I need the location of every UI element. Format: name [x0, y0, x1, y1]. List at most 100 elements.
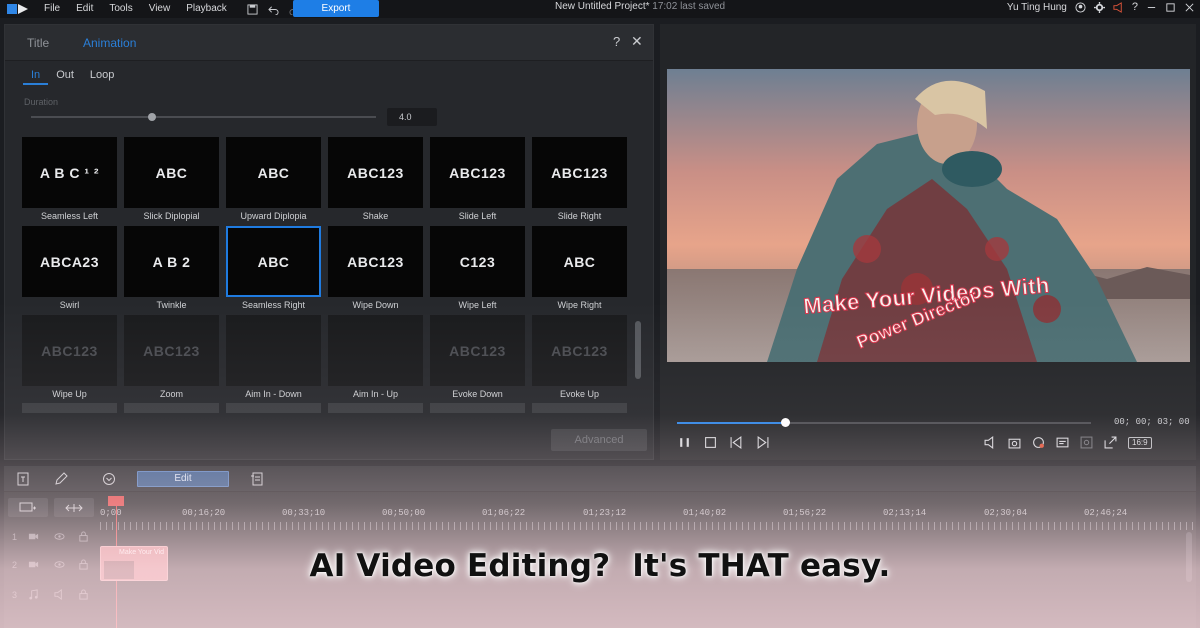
edit-button[interactable]: Edit — [137, 471, 229, 487]
title-designer-panel: Title Animation ? ✕ In Out Loop Duration… — [4, 24, 654, 460]
playback-progress-thumb[interactable] — [780, 418, 790, 427]
effect-item[interactable]: ABC123 Evoke Up — [532, 315, 627, 399]
track-manager-icon — [19, 502, 36, 511]
menu-view[interactable]: View — [141, 0, 179, 18]
effect-item-partial[interactable] — [226, 403, 321, 413]
menu-tools[interactable]: Tools — [101, 0, 140, 18]
mute-icon[interactable] — [54, 589, 65, 600]
next-frame-icon[interactable] — [756, 436, 769, 449]
effect-item[interactable]: ABC123 Wipe Up — [22, 315, 117, 399]
previous-frame-icon[interactable] — [730, 436, 743, 449]
effect-item[interactable]: C123 Wipe Left — [430, 226, 525, 310]
duration-value-field[interactable]: 4.0 — [387, 108, 437, 126]
minimize-icon[interactable] — [1146, 2, 1157, 13]
effect-item[interactable]: ABC123 Shake — [328, 137, 423, 221]
timeline-view-icon[interactable] — [16, 472, 30, 486]
video-track-icon[interactable] — [28, 531, 39, 542]
audio-track-icon[interactable] — [28, 589, 39, 600]
track-number: 3 — [12, 590, 18, 600]
effect-item[interactable]: ABC Upward Diplopia — [226, 137, 321, 221]
aspect-ratio-badge[interactable]: 16:9 — [1128, 436, 1152, 449]
subtab-in[interactable]: In — [23, 67, 49, 85]
effect-item-partial[interactable] — [124, 403, 219, 413]
effect-item[interactable]: A B C ¹ ² Seamless Left — [22, 137, 117, 221]
track-header: 1 — [4, 528, 100, 548]
duration-slider[interactable] — [31, 116, 376, 118]
fit-timeline-button[interactable] — [54, 498, 94, 517]
advanced-button[interactable]: Advanced — [551, 429, 647, 451]
effect-item-partial[interactable] — [532, 403, 627, 413]
timeline-ruler[interactable]: 0;00 00;16;20 00;33;10 00;50;00 01;06;22… — [100, 506, 1196, 530]
menu-edit[interactable]: Edit — [68, 0, 101, 18]
lock-icon[interactable] — [78, 589, 89, 600]
effect-item[interactable]: ABC123 Slide Left — [430, 137, 525, 221]
effect-item[interactable]: ABC Wipe Right — [532, 226, 627, 310]
project-title: New Untitled Project* 17:02 last saved — [555, 0, 725, 14]
export-button[interactable]: Export — [293, 0, 379, 17]
effect-preview-thumbnail: C123 — [430, 226, 525, 297]
effect-label: Wipe Up — [52, 389, 87, 399]
fix-enhance-icon[interactable] — [102, 472, 116, 486]
tab-animation[interactable]: Animation — [83, 36, 136, 50]
effect-label: Slide Left — [458, 211, 497, 221]
effect-item[interactable]: ABCA23 Swirl — [22, 226, 117, 310]
effect-item[interactable]: ABC123 Zoom — [124, 315, 219, 399]
video-preview[interactable]: Make Your Videos With Power Director — [667, 69, 1190, 362]
pen-edit-icon[interactable] — [54, 472, 68, 486]
tools-list-icon[interactable] — [250, 472, 264, 486]
tab-title[interactable]: Title — [27, 36, 49, 50]
subtab-loop[interactable]: Loop — [82, 67, 122, 85]
effect-item[interactable]: Aim In - Up — [328, 315, 423, 399]
settings-gear-icon[interactable] — [1093, 1, 1105, 13]
volume-icon[interactable] — [984, 436, 997, 449]
save-icon[interactable] — [247, 3, 258, 15]
maximize-icon[interactable] — [1165, 2, 1176, 13]
playhead-marker[interactable] — [108, 496, 124, 506]
notification-megaphone-icon[interactable] — [1113, 1, 1124, 13]
editor-window: { "menu": { "items": ["File", "Edit", "T… — [0, 0, 1200, 628]
subtab-out[interactable]: Out — [48, 67, 82, 85]
panel-close-icon[interactable]: ✕ — [631, 33, 643, 50]
effect-item[interactable]: ABC123 Slide Right — [532, 137, 627, 221]
effect-grid-scrollbar[interactable] — [635, 321, 641, 379]
effect-item[interactable]: ABC123 Evoke Down — [430, 315, 525, 399]
effect-item[interactable]: ABC Slick Diplopial — [124, 137, 219, 221]
ruler-label: 0;00 — [100, 508, 122, 518]
effect-preview-thumbnail — [226, 315, 321, 386]
account-icon[interactable] — [1075, 1, 1086, 13]
lock-icon[interactable] — [78, 531, 89, 542]
ruler-label: 01;06;22 — [482, 508, 526, 518]
effect-item-partial[interactable] — [22, 403, 117, 413]
effect-item[interactable]: ABC Seamless Right — [226, 226, 321, 310]
snapshot-camera-icon[interactable] — [1008, 436, 1021, 449]
effect-item-partial[interactable] — [328, 403, 423, 413]
ruler-label: 00;33;10 — [282, 508, 326, 518]
effect-item[interactable]: A B 2 Twinkle — [124, 226, 219, 310]
undock-icon[interactable] — [1104, 436, 1117, 449]
fit-timeline-icon — [65, 503, 83, 512]
playback-progress-fill — [677, 422, 785, 424]
undo-icon[interactable] — [268, 4, 279, 15]
menu-playback[interactable]: Playback — [178, 0, 235, 18]
track-manager-button[interactable] — [8, 498, 48, 517]
duration-slider-thumb[interactable] — [147, 113, 156, 121]
menu-file[interactable]: File — [36, 0, 68, 18]
pause-icon[interactable] — [678, 436, 691, 449]
effect-label: Slick Diplopial — [143, 211, 200, 221]
effect-item[interactable]: Aim In - Down — [226, 315, 321, 399]
panel-help-icon[interactable]: ? — [613, 34, 620, 49]
window-close-icon[interactable] — [1184, 2, 1195, 13]
app-logo-icon — [0, 0, 36, 18]
effect-item[interactable]: ABC123 Wipe Down — [328, 226, 423, 310]
promo-caption: AI Video Editing? It's THAT easy. — [309, 548, 891, 584]
visibility-eye-icon[interactable] — [54, 531, 65, 542]
user-name: Yu Ting Hung — [1006, 1, 1067, 13]
record-icon[interactable] — [1032, 436, 1045, 449]
effect-label: Evoke Up — [559, 389, 600, 399]
zoom-fit-icon[interactable] — [1080, 436, 1093, 449]
effect-label: Evoke Down — [452, 389, 503, 399]
stop-icon[interactable] — [704, 436, 717, 449]
help-icon[interactable]: ? — [1132, 1, 1138, 13]
subtitle-icon[interactable] — [1056, 436, 1069, 449]
effect-item-partial[interactable] — [430, 403, 525, 413]
